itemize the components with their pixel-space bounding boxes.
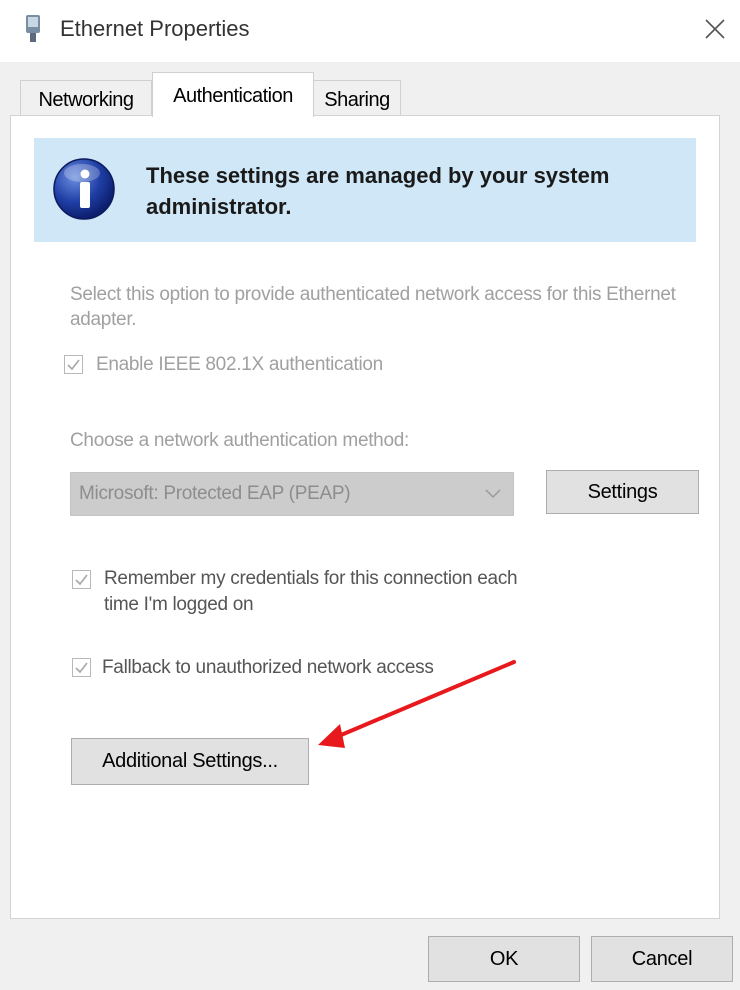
description-text: Select this option to provide authentica…	[70, 284, 676, 330]
chevron-down-icon	[485, 489, 501, 499]
tab-authentication[interactable]: Authentication	[152, 72, 314, 117]
close-icon[interactable]	[702, 16, 728, 42]
title-bar: Ethernet Properties	[0, 0, 740, 62]
checkmark-icon	[75, 662, 88, 674]
ok-button[interactable]: OK	[428, 936, 580, 982]
cancel-button[interactable]: Cancel	[591, 936, 733, 982]
auth-method-dropdown[interactable]: Microsoft: Protected EAP (PEAP)	[70, 472, 514, 516]
info-banner-text: These settings are managed by your syste…	[146, 163, 610, 219]
settings-button[interactable]: Settings	[546, 470, 699, 514]
fallback-checkbox[interactable]	[72, 658, 91, 677]
checkmark-icon	[75, 574, 88, 586]
fallback-label: Fallback to unauthorized network access	[102, 657, 434, 678]
additional-settings-button[interactable]: Additional Settings...	[71, 738, 309, 785]
tab-sharing[interactable]: Sharing	[313, 80, 401, 115]
network-adapter-icon	[26, 15, 40, 42]
tab-networking[interactable]: Networking	[20, 80, 152, 115]
remember-credentials-checkbox[interactable]	[72, 570, 91, 589]
remember-credentials-label-line2: time I'm logged on	[104, 594, 254, 615]
checkmark-icon	[67, 359, 80, 371]
window-title: Ethernet Properties	[60, 16, 250, 41]
remember-credentials-label-line1: Remember my credentials for this connect…	[104, 568, 518, 589]
enable-8021x-label: Enable IEEE 802.1X authentication	[96, 354, 383, 375]
auth-method-value: Microsoft: Protected EAP (PEAP)	[79, 483, 351, 504]
auth-method-label: Choose a network authentication method:	[70, 430, 409, 451]
enable-8021x-checkbox[interactable]	[64, 355, 83, 374]
info-icon	[53, 158, 115, 220]
